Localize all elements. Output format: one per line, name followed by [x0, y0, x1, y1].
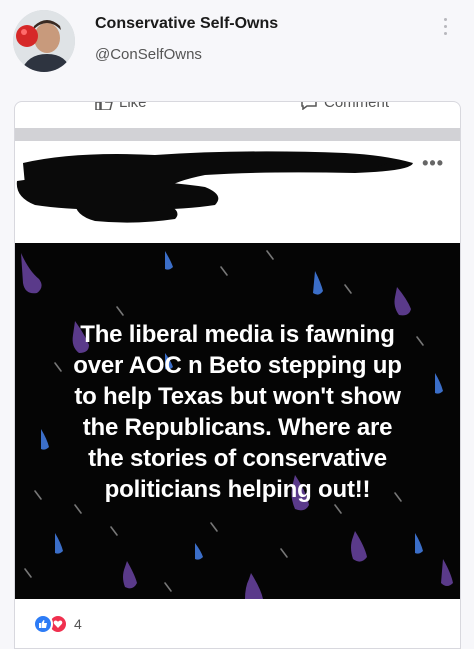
shared-post-card: Like Comment ••• The liberal media is fa… [14, 101, 461, 649]
like-label: Like [119, 101, 147, 111]
meme-line: the stories of conservative [88, 445, 387, 472]
thumbs-up-icon [95, 102, 113, 110]
avatar[interactable] [13, 10, 75, 72]
meme-line: to help Texas but won't show [74, 383, 401, 410]
meme-line: politicians helping out!! [104, 476, 371, 503]
account-header: Conservative Self-Owns @ConSelfOwns [0, 0, 474, 86]
meme-line: over AOC n Beto stepping up [73, 352, 402, 379]
meme-line: the Republicans. Where are [82, 414, 393, 441]
meme-image: The liberal media is fawning over AOC n … [15, 243, 460, 599]
profile-photo-icon [13, 10, 75, 72]
meme-line: The liberal media is fawning [80, 321, 395, 348]
display-name[interactable]: Conservative Self-Owns [95, 15, 278, 33]
like-action[interactable]: Like [95, 101, 147, 111]
like-icon [33, 614, 53, 634]
comment-action[interactable]: Comment [300, 101, 390, 111]
reaction-count: 4 [74, 616, 82, 632]
account-handle[interactable]: @ConSelfOwns [95, 46, 202, 63]
post-action-bar: Like Comment [15, 102, 460, 128]
comment-label: Comment [324, 101, 390, 111]
post-author-header: ••• [15, 141, 460, 243]
section-divider [15, 128, 460, 141]
post-more-icon[interactable]: ••• [422, 153, 444, 174]
redaction-scribble [16, 151, 413, 223]
more-options-icon[interactable] [440, 18, 450, 40]
comment-icon [301, 102, 317, 110]
meme-caption: The liberal media is fawning over AOC n … [23, 319, 452, 505]
reaction-summary[interactable]: 4 [33, 614, 82, 634]
